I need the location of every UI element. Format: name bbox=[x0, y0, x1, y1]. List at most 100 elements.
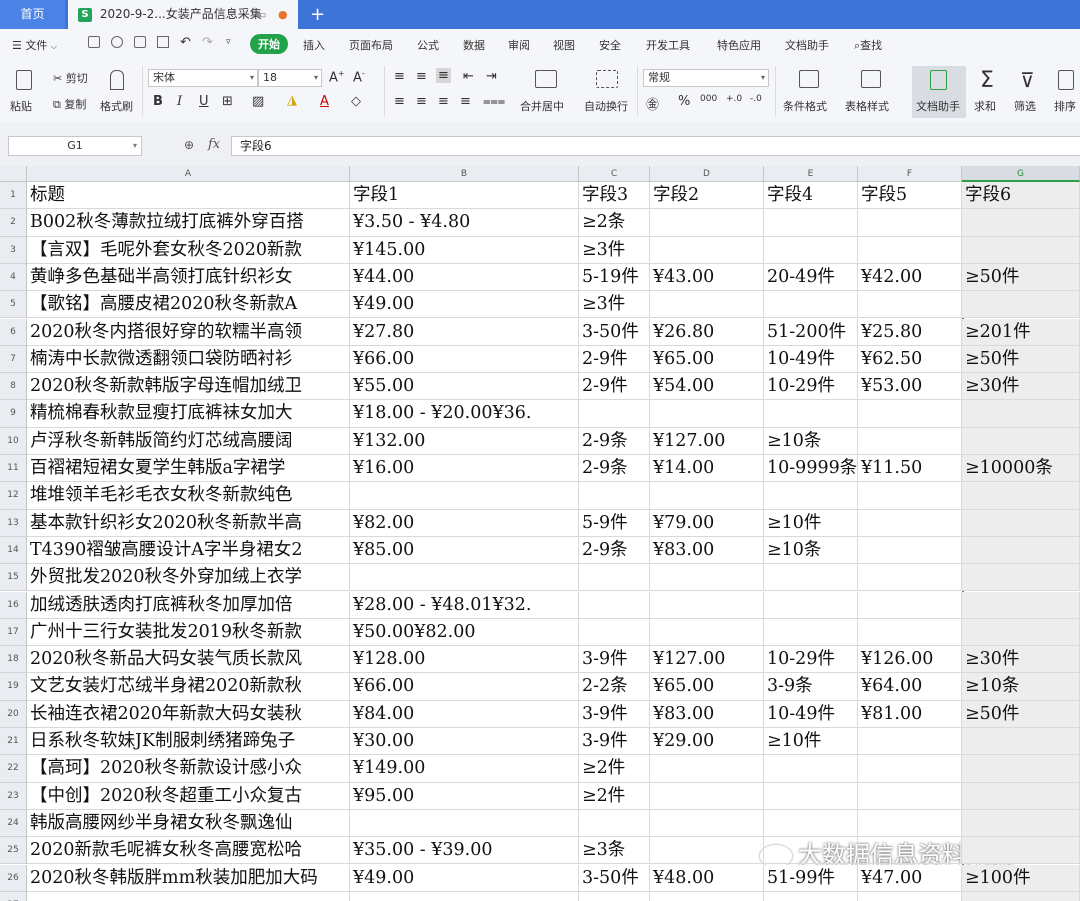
indent-increase-icon[interactable]: ⇥ bbox=[486, 69, 497, 84]
cell-e[interactable] bbox=[764, 209, 858, 237]
merge-center-button[interactable]: 合并居中 bbox=[518, 66, 574, 118]
cell-g[interactable]: ≥100件 bbox=[962, 864, 1080, 892]
cell-d[interactable]: ¥79.00 bbox=[650, 509, 764, 537]
export-icon[interactable] bbox=[111, 36, 123, 48]
cell-e[interactable]: 51-99件 bbox=[764, 864, 858, 892]
fill-color-icon[interactable]: ◮ bbox=[287, 93, 297, 108]
cell-a[interactable]: 2020秋冬新款韩版字母连帽加绒卫 bbox=[27, 373, 350, 401]
paste-button[interactable]: 粘贴 bbox=[10, 66, 40, 118]
menu-doc-assistant[interactable]: 文档助手 bbox=[785, 37, 829, 53]
cell-a[interactable] bbox=[27, 891, 350, 901]
formula-input[interactable]: 字段6 bbox=[231, 136, 1080, 156]
cell-f[interactable] bbox=[858, 891, 962, 901]
cell-g[interactable]: ≥50件 bbox=[962, 700, 1080, 728]
cell-a[interactable]: 【高珂】2020秋冬新款设计感小众 bbox=[27, 755, 350, 783]
cell-c[interactable]: 3-50件 bbox=[579, 864, 650, 892]
copy-button[interactable]: ⧉ 复制 bbox=[53, 96, 86, 112]
conditional-format-button[interactable]: 条件格式 bbox=[781, 66, 837, 118]
cell-c[interactable]: 2-9条 bbox=[579, 427, 650, 455]
cell-b[interactable]: ¥49.00 bbox=[350, 291, 579, 319]
row-header[interactable]: 10 bbox=[0, 427, 27, 455]
cell-d[interactable]: ¥83.00 bbox=[650, 536, 764, 565]
cell-b[interactable]: ¥85.00 bbox=[350, 536, 579, 565]
cell-c[interactable] bbox=[579, 591, 650, 619]
cell-c[interactable]: 5-19件 bbox=[579, 263, 650, 292]
cell-g[interactable] bbox=[962, 782, 1080, 810]
cell-g[interactable] bbox=[962, 427, 1080, 455]
cell-g[interactable] bbox=[962, 509, 1080, 537]
cell-f[interactable]: ¥62.50 bbox=[858, 345, 962, 374]
cell-f[interactable]: ¥53.00 bbox=[858, 373, 962, 401]
cell-a[interactable]: 长袖连衣裙2020年新款大码女装秋 bbox=[27, 700, 350, 728]
row-header[interactable]: 21 bbox=[0, 728, 27, 756]
select-all-corner[interactable] bbox=[0, 166, 27, 182]
cell-e[interactable]: ≥10条 bbox=[764, 536, 858, 565]
cell-b[interactable]: ¥84.00 bbox=[350, 700, 579, 728]
tab-home[interactable]: 首页 bbox=[0, 0, 65, 29]
cell-d[interactable] bbox=[650, 782, 764, 810]
cell-g[interactable] bbox=[962, 809, 1080, 838]
cell-b[interactable]: ¥66.00 bbox=[350, 673, 579, 701]
cell-g[interactable] bbox=[962, 536, 1080, 565]
redo-icon[interactable]: ↷ bbox=[202, 35, 213, 50]
cell-d[interactable] bbox=[650, 291, 764, 319]
cell-e[interactable] bbox=[764, 482, 858, 510]
row-header[interactable]: 12 bbox=[0, 482, 27, 510]
cell-d[interactable]: ¥26.80 bbox=[650, 318, 764, 346]
cell-e[interactable] bbox=[764, 618, 858, 647]
cell-f[interactable]: ¥64.00 bbox=[858, 673, 962, 701]
cell-e[interactable]: 10-29件 bbox=[764, 373, 858, 401]
cell-e[interactable]: ≥10件 bbox=[764, 728, 858, 756]
cell-g[interactable] bbox=[962, 728, 1080, 756]
menu-formula[interactable]: 公式 bbox=[417, 37, 439, 53]
cell-c[interactable]: ≥2件 bbox=[579, 755, 650, 783]
cell-b[interactable]: 字段1 bbox=[350, 182, 579, 210]
cell-a[interactable]: 2020秋冬内搭很好穿的软糯半高领 bbox=[27, 318, 350, 346]
cell-b[interactable]: ¥95.00 bbox=[350, 782, 579, 810]
align-left-icon[interactable]: ≡ bbox=[394, 94, 405, 109]
font-size-select[interactable]: 18 ▾ bbox=[258, 69, 322, 87]
cell-c[interactable]: 3-50件 bbox=[579, 318, 650, 346]
cell-f[interactable] bbox=[858, 618, 962, 647]
cell-e[interactable]: 51-200件 bbox=[764, 318, 858, 346]
row-header[interactable]: 24 bbox=[0, 809, 27, 838]
cell-c[interactable]: ≥2件 bbox=[579, 782, 650, 810]
menu-data[interactable]: 数据 bbox=[463, 37, 485, 53]
cell-c[interactable]: ≥3件 bbox=[579, 236, 650, 264]
undo-icon[interactable]: ↶ bbox=[180, 35, 191, 50]
increase-decimal-icon[interactable]: +.0 bbox=[726, 94, 742, 104]
menu-view[interactable]: 视图 bbox=[553, 37, 575, 53]
menu-review[interactable]: 审阅 bbox=[508, 37, 530, 53]
cell-b[interactable]: ¥66.00 bbox=[350, 345, 579, 374]
cell-a[interactable]: 【中创】2020秋冬超重工小众复古 bbox=[27, 782, 350, 810]
menu-page-layout[interactable]: 页面布局 bbox=[349, 37, 393, 53]
cell-b[interactable]: ¥82.00 bbox=[350, 509, 579, 537]
cell-f[interactable]: 字段5 bbox=[858, 182, 962, 210]
cell-b[interactable]: ¥55.00 bbox=[350, 373, 579, 401]
cell-d[interactable]: ¥48.00 bbox=[650, 864, 764, 892]
cell-d[interactable] bbox=[650, 591, 764, 619]
cell-c[interactable]: 字段3 bbox=[579, 182, 650, 210]
cell-a[interactable]: 卢浮秋冬新韩版简约灯芯绒高腰阔 bbox=[27, 427, 350, 455]
cell-g[interactable] bbox=[962, 591, 1080, 619]
cell-d[interactable] bbox=[650, 755, 764, 783]
fill-pattern-icon[interactable]: ▨ bbox=[252, 94, 264, 109]
cell-b[interactable] bbox=[350, 809, 579, 838]
thousands-separator-icon[interactable]: 000 bbox=[700, 94, 717, 104]
cell-f[interactable] bbox=[858, 482, 962, 510]
cell-f[interactable]: ¥81.00 bbox=[858, 700, 962, 728]
cell-a[interactable]: 【歌铭】高腰皮裙2020秋冬新款A bbox=[27, 291, 350, 319]
cell-g[interactable]: ≥30件 bbox=[962, 646, 1080, 674]
row-header[interactable]: 11 bbox=[0, 455, 27, 483]
cell-g[interactable] bbox=[962, 209, 1080, 237]
table-style-button[interactable]: 表格样式 bbox=[843, 66, 901, 118]
cell-d[interactable]: ¥43.00 bbox=[650, 263, 764, 292]
cell-d[interactable] bbox=[650, 209, 764, 237]
cell-b[interactable] bbox=[350, 482, 579, 510]
cell-e[interactable] bbox=[764, 591, 858, 619]
cut-button[interactable]: ✂ 剪切 bbox=[53, 70, 88, 86]
cell-a[interactable]: 加绒透肤透肉打底裤秋冬加厚加倍 bbox=[27, 591, 350, 619]
cell-e[interactable] bbox=[764, 891, 858, 901]
tab-document[interactable]: S 2020-9-2...女装产品信息采集 ▭ ● bbox=[68, 0, 298, 29]
cell-g[interactable]: 字段6 bbox=[962, 182, 1080, 210]
